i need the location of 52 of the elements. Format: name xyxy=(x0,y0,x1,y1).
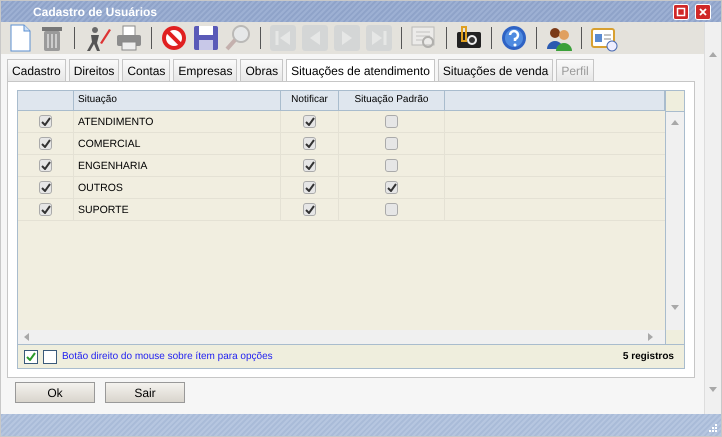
tab[interactable]: Contas xyxy=(122,59,170,81)
help-icon[interactable] xyxy=(499,23,529,53)
checkbox[interactable] xyxy=(24,350,38,364)
checkbox[interactable] xyxy=(303,115,316,128)
checkbox[interactable] xyxy=(385,159,398,172)
tab[interactable]: Situações de venda xyxy=(438,59,554,81)
scroll-up-icon[interactable] xyxy=(671,120,679,125)
tab[interactable]: Situações de atendimento xyxy=(286,59,435,82)
tab[interactable]: Cadastro xyxy=(7,59,66,81)
table-cell: ATENDIMENTO xyxy=(74,111,281,132)
scroll-right-icon[interactable] xyxy=(648,333,653,341)
save-icon[interactable] xyxy=(191,23,221,53)
page-scrollbar[interactable] xyxy=(704,22,721,414)
checkbox[interactable] xyxy=(39,159,52,172)
checkbox[interactable] xyxy=(385,203,398,216)
checkbox[interactable] xyxy=(39,115,52,128)
checkbox[interactable] xyxy=(303,181,316,194)
checkbox[interactable] xyxy=(385,137,398,150)
tab[interactable]: Empresas xyxy=(173,59,238,81)
scroll-down-icon[interactable] xyxy=(671,305,679,310)
table-cell: COMERCIAL xyxy=(74,133,281,154)
hint-link[interactable]: Botão direito do mouse sobre ítem para opções xyxy=(62,351,618,362)
table-cell: SUPORTE xyxy=(74,199,281,220)
scroll-left-icon[interactable] xyxy=(24,333,29,341)
checkbox[interactable] xyxy=(303,137,316,150)
checkbox[interactable] xyxy=(303,203,316,216)
dialog-button[interactable]: Sair xyxy=(105,382,185,403)
window-title: Cadastro de Usuários xyxy=(33,4,158,18)
checkbox[interactable] xyxy=(303,159,316,172)
tab[interactable]: Direitos xyxy=(68,59,120,81)
print-icon[interactable] xyxy=(114,23,144,53)
column-header[interactable]: Notificar xyxy=(281,91,339,110)
tab[interactable]: Obras xyxy=(240,59,284,81)
column-header[interactable]: Situação xyxy=(74,91,281,110)
cancel-icon[interactable] xyxy=(159,23,189,53)
close-button[interactable] xyxy=(695,4,711,20)
scroll-down-icon[interactable] xyxy=(709,387,717,392)
dialog-button[interactable]: Ok xyxy=(15,382,95,403)
record-count: 5 registros xyxy=(622,351,674,362)
maximize-button[interactable] xyxy=(673,4,689,20)
resize-grip-icon[interactable] xyxy=(709,424,718,433)
scroll-up-icon[interactable] xyxy=(709,52,717,57)
table-cell: OUTROS xyxy=(74,177,281,198)
checkbox[interactable] xyxy=(385,181,398,194)
checkbox[interactable] xyxy=(385,115,398,128)
table-cell: ENGENHARIA xyxy=(74,155,281,176)
horizontal-scrollbar[interactable] xyxy=(18,330,665,344)
checkbox[interactable] xyxy=(39,203,52,216)
column-header[interactable]: Situação Padrão xyxy=(339,91,445,110)
checkbox[interactable] xyxy=(39,181,52,194)
checkbox[interactable] xyxy=(39,137,52,150)
checkbox[interactable] xyxy=(43,350,57,364)
